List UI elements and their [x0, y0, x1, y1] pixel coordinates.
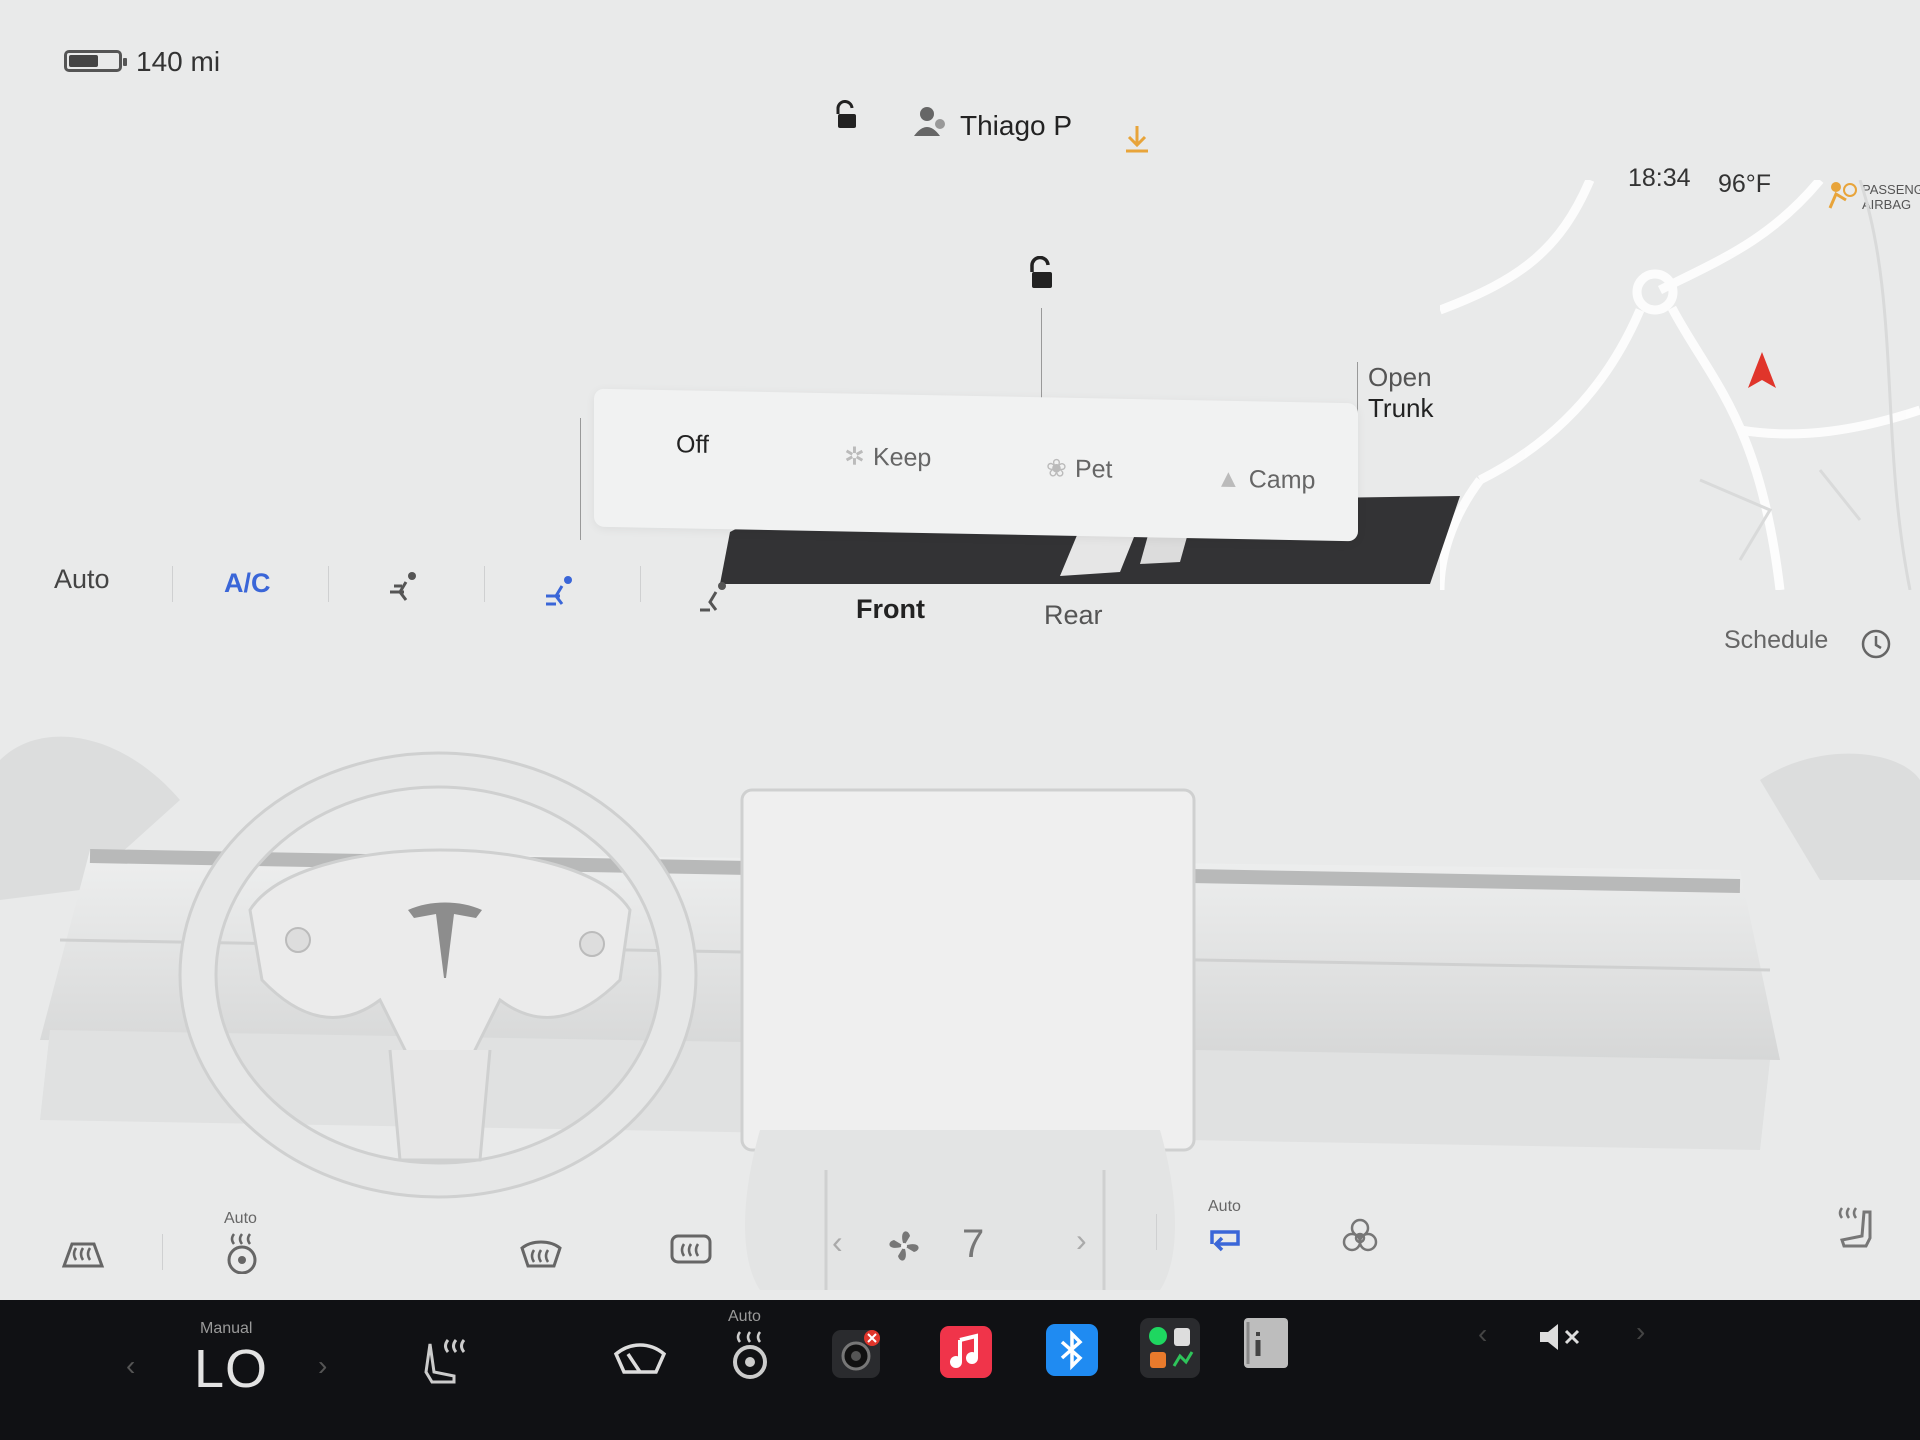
range-readout: 140 mi: [136, 46, 221, 77]
fan-icon: [889, 1231, 919, 1261]
seat-heat-passenger-icon[interactable]: [1834, 1206, 1874, 1250]
divider: [328, 566, 329, 602]
bluetooth-app-icon[interactable]: [1046, 1324, 1098, 1376]
temp-decrease-button[interactable]: ‹: [126, 1350, 135, 1382]
fan-icon: ✲: [844, 442, 865, 471]
divider: [640, 566, 641, 602]
ac-button[interactable]: A/C: [224, 568, 271, 599]
recirculate-icon[interactable]: [1206, 1224, 1244, 1256]
climate-keeper-selector: Off ✲ Keep ❀ Pet ▲ Camp: [594, 388, 1358, 542]
battery-icon: [64, 50, 127, 72]
divider: [1156, 1214, 1157, 1250]
mute-icon[interactable]: [1538, 1320, 1582, 1354]
keeper-left-line: [580, 418, 581, 540]
map-view[interactable]: [1440, 180, 1920, 590]
music-app-icon[interactable]: [940, 1326, 992, 1378]
keeper-off[interactable]: Off: [676, 430, 709, 460]
keeper-pet[interactable]: ❀ Pet: [1046, 453, 1112, 484]
apps-launcher-icon[interactable]: [1140, 1318, 1200, 1378]
steering-wheel-heat-icon[interactable]: [222, 1232, 262, 1274]
camera-app-icon[interactable]: [832, 1330, 880, 1378]
volume-decrease-button[interactable]: ‹: [1478, 1318, 1487, 1350]
divider: [162, 1234, 163, 1270]
car-lock-icon[interactable]: [1024, 256, 1060, 294]
temp-mode-label: Manual: [200, 1320, 253, 1337]
tent-icon: ▲: [1216, 464, 1241, 494]
seat-heat-auto-label: Auto: [224, 1210, 257, 1227]
keeper-keep[interactable]: ✲ Keep: [844, 441, 931, 473]
profile-name[interactable]: Thiago P: [960, 110, 1072, 142]
nav-arrow-icon: [1748, 352, 1776, 388]
divider: [172, 566, 173, 602]
bioweapon-defense-icon[interactable]: [1340, 1216, 1380, 1256]
windshield-defrost-icon[interactable]: [518, 1236, 564, 1272]
vent-face-feet-icon[interactable]: [542, 574, 578, 610]
download-icon[interactable]: [1124, 124, 1150, 154]
music-icon: [950, 1333, 978, 1368]
clock-icon[interactable]: [1860, 628, 1892, 660]
schedule-button[interactable]: Schedule: [1724, 626, 1828, 655]
camera-icon: [841, 1330, 880, 1371]
open-trunk-button[interactable]: Open Trunk: [1368, 362, 1434, 424]
paw-icon: ❀: [1046, 454, 1067, 483]
manual-app-icon[interactable]: [1244, 1318, 1288, 1368]
divider: [484, 566, 485, 602]
keeper-camp[interactable]: ▲ Camp: [1216, 465, 1315, 496]
wiper-icon[interactable]: [612, 1340, 668, 1382]
front-tab[interactable]: Front: [856, 594, 925, 625]
temp-increase-button[interactable]: ›: [318, 1350, 327, 1382]
steering-wheel-heat-taskbar-icon[interactable]: [726, 1330, 774, 1380]
manual-icon: [1246, 1322, 1261, 1364]
seat-heat-icon[interactable]: [424, 1336, 474, 1386]
rear-window-defrost-icon[interactable]: [668, 1232, 714, 1268]
rear-defrost-icon[interactable]: [60, 1236, 106, 1272]
tesla-screen: 140 mi Thiago P 18:34 96°F PASSENGE AIRB…: [0, 0, 1920, 1440]
lock-icon[interactable]: [830, 100, 862, 134]
bluetooth-icon: [1060, 1329, 1083, 1371]
vent-face-icon[interactable]: [386, 570, 422, 606]
temperature-readout[interactable]: LO: [194, 1338, 268, 1400]
vent-feet-icon[interactable]: [696, 580, 732, 616]
apps-icon: [1149, 1327, 1194, 1368]
fan-speed: 7: [962, 1222, 985, 1266]
rear-tab[interactable]: Rear: [1044, 600, 1103, 631]
volume-increase-button[interactable]: ›: [1636, 1316, 1645, 1348]
recirc-auto-label: Auto: [1208, 1198, 1241, 1215]
cabin-interior-render: [0, 736, 1920, 1290]
profile-icon[interactable]: [912, 104, 948, 138]
climate-auto-button[interactable]: Auto: [54, 564, 110, 595]
wheel-heat-auto-label: Auto: [728, 1308, 761, 1325]
fan-decrease-button[interactable]: ‹: [832, 1224, 843, 1261]
fan-increase-button[interactable]: ›: [1076, 1222, 1087, 1259]
